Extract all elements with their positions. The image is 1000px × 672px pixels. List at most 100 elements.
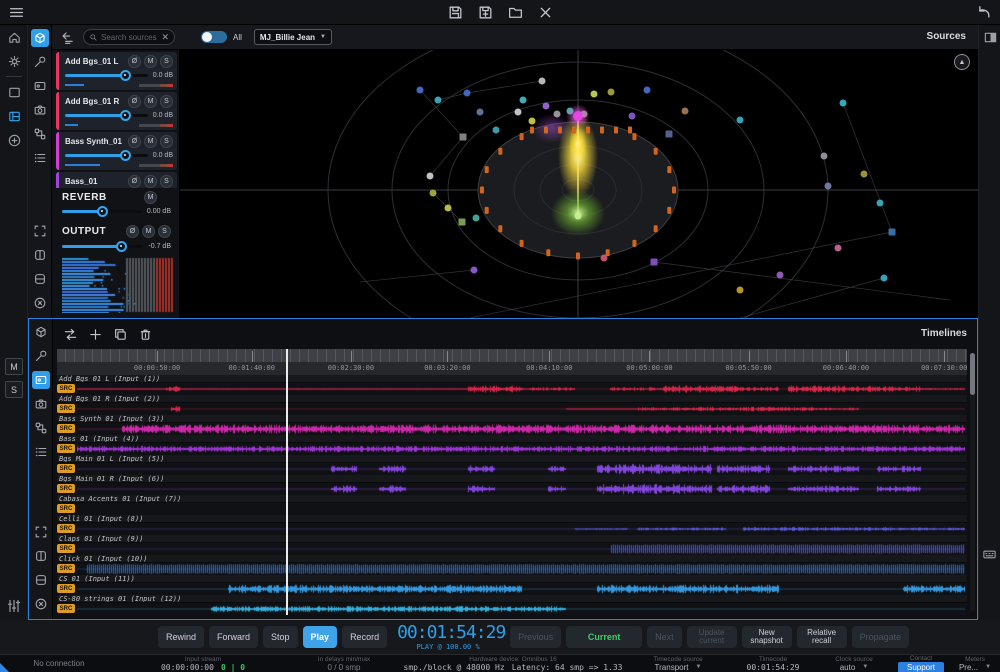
slider-knob[interactable] <box>120 150 131 161</box>
clear-search-icon[interactable]: ✕ <box>161 32 169 43</box>
expand-icon[interactable] <box>32 523 50 541</box>
output-solo-button[interactable]: S <box>158 225 171 238</box>
mute-button[interactable]: M <box>144 135 157 148</box>
clips-icon[interactable] <box>32 371 50 389</box>
stop-button[interactable]: Stop <box>263 626 298 648</box>
split-horizontal-icon[interactable] <box>32 571 50 589</box>
clips-icon[interactable] <box>31 77 49 95</box>
output-level-slider[interactable] <box>62 245 143 248</box>
src-badge[interactable]: SRC <box>57 584 75 593</box>
track-waveform-lane[interactable]: SRC <box>57 423 967 435</box>
collapse-sources-icon[interactable] <box>60 30 75 45</box>
reverb-level-slider[interactable] <box>62 210 142 213</box>
list-icon[interactable] <box>32 443 50 461</box>
rewind-button[interactable]: Rewind <box>158 626 204 648</box>
camera-icon[interactable] <box>31 101 49 119</box>
src-badge[interactable]: SRC <box>57 524 75 533</box>
timeline-track[interactable]: CS-80 strings 01 (Input (12))SRC <box>57 595 967 615</box>
save-icon[interactable] <box>447 4 464 21</box>
channel-level-slider[interactable] <box>65 154 148 157</box>
reorder-icon[interactable] <box>63 327 78 342</box>
solo-button[interactable]: S <box>160 175 173 188</box>
close-icon[interactable] <box>32 595 50 613</box>
global-mute-button[interactable]: M <box>5 358 23 375</box>
track-waveform-lane[interactable]: SRC <box>57 483 967 495</box>
track-waveform-lane[interactable]: SRC <box>57 443 967 455</box>
record-button[interactable]: Record <box>342 626 387 648</box>
new-snapshot-button[interactable]: New snapshot <box>742 626 792 648</box>
src-badge[interactable]: SRC <box>57 384 75 393</box>
scrollbar-thumb[interactable] <box>970 353 975 395</box>
forward-button[interactable]: Forward <box>209 626 258 648</box>
mute-button[interactable]: M <box>144 55 157 68</box>
keyboard-icon[interactable] <box>982 547 997 562</box>
polarity-button[interactable]: Ø <box>128 175 141 188</box>
track-waveform-lane[interactable]: SRC <box>57 463 967 475</box>
chevron-down-icon[interactable]: ▼ <box>985 663 991 672</box>
src-badge[interactable]: SRC <box>57 484 75 493</box>
settings-icon[interactable] <box>0 49 28 73</box>
home-icon[interactable] <box>0 25 28 49</box>
channel-strip[interactable]: Bass_01ØMS0.0 dB <box>56 172 177 188</box>
split-horizontal-icon[interactable] <box>31 270 49 288</box>
microphone-icon[interactable] <box>32 347 50 365</box>
channel-strip[interactable]: Add Bgs_01 RØMS0.0 dB <box>56 92 177 130</box>
reverb-mute-button[interactable]: M <box>144 191 157 204</box>
polarity-button[interactable]: Ø <box>128 55 141 68</box>
output-mute-button[interactable]: M <box>142 225 155 238</box>
timeline-track[interactable]: Bass Synth_01 (Input (3))SRC <box>57 415 967 435</box>
show-all-toggle[interactable] <box>201 31 227 43</box>
layout-split-icon[interactable] <box>0 104 28 128</box>
channel-level-slider[interactable] <box>65 114 148 117</box>
timeline-scrollbar[interactable] <box>970 353 975 611</box>
expand-icon[interactable] <box>31 222 49 240</box>
polarity-button[interactable]: Ø <box>128 95 141 108</box>
track-waveform-lane[interactable]: SRC <box>57 603 967 615</box>
search-box[interactable]: ✕ <box>83 29 175 45</box>
track-waveform-lane[interactable]: SRC <box>57 403 967 415</box>
timeline-track[interactable]: Celli_01 (Input (8))SRC <box>57 515 967 535</box>
current-button[interactable]: Current <box>566 626 642 648</box>
preset-dropdown[interactable]: MJ_Billie Jean ▼ <box>254 29 332 45</box>
src-badge[interactable]: SRC <box>57 604 75 613</box>
faders-icon[interactable] <box>6 598 22 614</box>
support-button[interactable]: Support <box>898 662 944 672</box>
src-badge[interactable]: SRC <box>57 404 75 413</box>
list-icon[interactable] <box>31 149 49 167</box>
timeline-track[interactable]: Bgs Main_01 L (Input (5))SRC <box>57 455 967 475</box>
chevron-down-icon[interactable]: ▼ <box>695 663 701 672</box>
timeline-track[interactable]: Click_01 (Input (10))SRC <box>57 555 967 575</box>
close-x-icon[interactable] <box>537 4 554 21</box>
solo-button[interactable]: S <box>160 135 173 148</box>
undo-icon[interactable] <box>975 4 992 21</box>
polarity-button[interactable]: Ø <box>128 135 141 148</box>
search-input[interactable] <box>98 33 161 42</box>
microphone-icon[interactable] <box>31 53 49 71</box>
src-badge[interactable]: SRC <box>57 444 75 453</box>
timeline-track[interactable]: Cabasa Accents_01 (Input (7))SRC <box>57 495 967 515</box>
timeline-track[interactable]: Add Bgs_01 L (Input (1))SRC <box>57 375 967 395</box>
src-badge[interactable]: SRC <box>57 464 75 473</box>
src-badge[interactable]: SRC <box>57 544 75 553</box>
slider-knob[interactable] <box>97 206 108 217</box>
open-folder-icon[interactable] <box>507 4 524 21</box>
spatial-radar-view[interactable]: ▲ <box>180 50 978 318</box>
track-waveform-lane[interactable]: SRC <box>57 563 967 575</box>
spatial-icon[interactable] <box>31 29 49 47</box>
radar-collapse-button[interactable]: ▲ <box>954 54 970 70</box>
timeline-track[interactable]: CS_01 (Input (11))SRC <box>57 575 967 595</box>
relative-recall-button[interactable]: Relative recall <box>797 626 847 648</box>
chevron-down-icon[interactable]: ▼ <box>862 663 868 672</box>
track-waveform-lane[interactable]: SRC <box>57 583 967 595</box>
channel-strip[interactable]: Bass Synth_01ØMS0.0 dB <box>56 132 177 170</box>
layout-single-icon[interactable] <box>0 80 28 104</box>
timeline-track[interactable]: Bass_01 (Input (4))SRC <box>57 435 967 455</box>
close-icon[interactable] <box>31 294 49 312</box>
slider-knob[interactable] <box>120 70 131 81</box>
src-badge[interactable]: SRC <box>57 564 75 573</box>
routing-icon[interactable] <box>32 419 50 437</box>
src-badge[interactable]: SRC <box>57 504 75 513</box>
channel-level-slider[interactable] <box>65 74 148 77</box>
solo-button[interactable]: S <box>160 55 173 68</box>
camera-icon[interactable] <box>32 395 50 413</box>
